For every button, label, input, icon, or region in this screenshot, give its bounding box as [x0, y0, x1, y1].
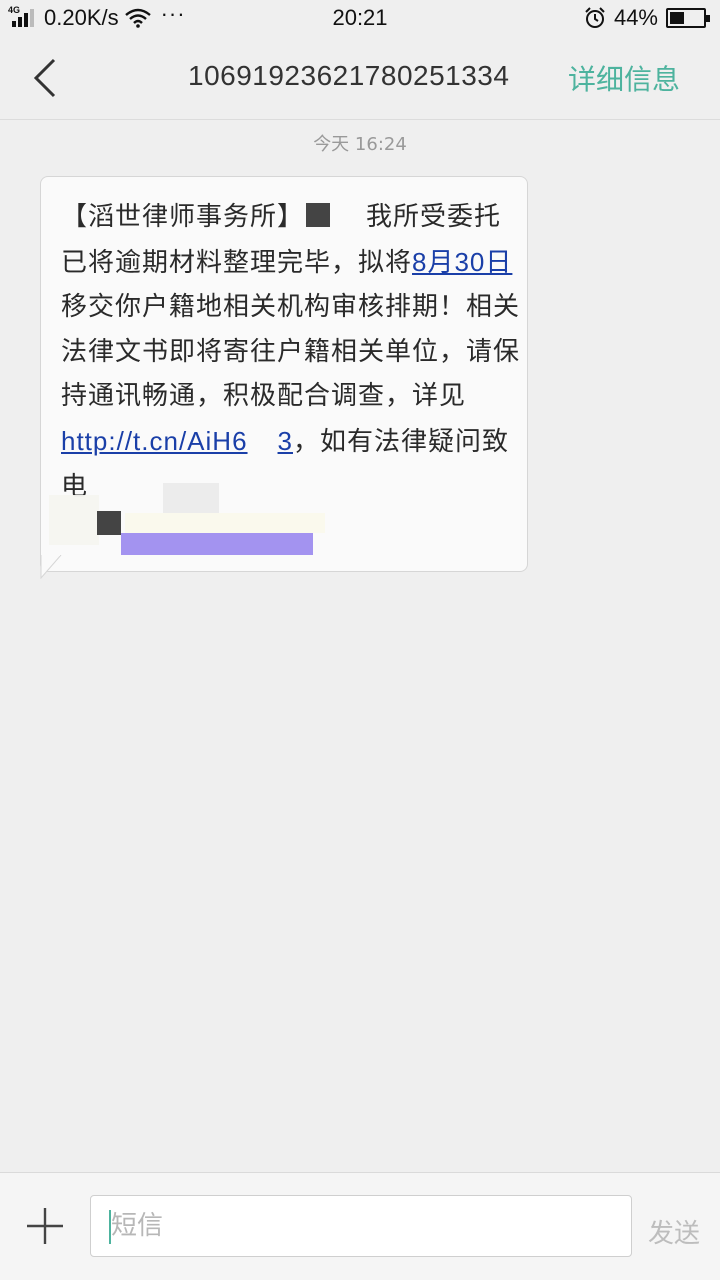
compose-bar: 短信 发送 — [0, 1172, 720, 1280]
back-icon[interactable] — [26, 56, 66, 100]
message-timestamp: 今天 16:24 — [313, 134, 407, 155]
battery-icon — [666, 8, 710, 28]
status-bar: 4G 0.20K/s ··· 20:21 44% — [0, 0, 720, 36]
redaction-block — [97, 511, 121, 535]
message-text: 【滔世律师事务所】 我所受委托已将逾期材料整理完毕，拟将8月30日移交你户籍地相关… — [61, 202, 521, 502]
add-attachment-icon[interactable] — [26, 1207, 64, 1245]
send-button[interactable]: 发送 — [648, 1213, 700, 1250]
message-input[interactable]: 短信 — [90, 1195, 632, 1257]
redaction-block — [306, 203, 331, 227]
alarm-icon — [584, 7, 606, 29]
bubble-tail — [40, 555, 62, 579]
battery-percent: 44% — [613, 5, 658, 30]
conversation-header: 1069192362178025133​4 详细信息 — [0, 36, 720, 120]
date-link[interactable]: 8月30日 — [412, 247, 512, 277]
details-button[interactable]: 详细信息 — [568, 58, 680, 98]
sender-number: 1069192362178025133​4 — [188, 60, 510, 91]
text-caret — [109, 1210, 111, 1244]
message-bubble[interactable]: 【滔世律师事务所】 我所受委托已将逾期材料整理完毕，拟将8月30日移交你户籍地相关… — [40, 176, 528, 572]
redaction-highlight — [121, 533, 313, 555]
url-link[interactable]: http://t.cn/AiH6 — [61, 426, 248, 456]
redaction-blur — [125, 513, 325, 533]
message-sender-tag: 【滔世律师事务所】 — [61, 202, 305, 232]
redaction-blur — [163, 483, 219, 513]
redaction-blur — [49, 495, 99, 545]
message-input-placeholder: 短信 — [111, 1211, 164, 1241]
